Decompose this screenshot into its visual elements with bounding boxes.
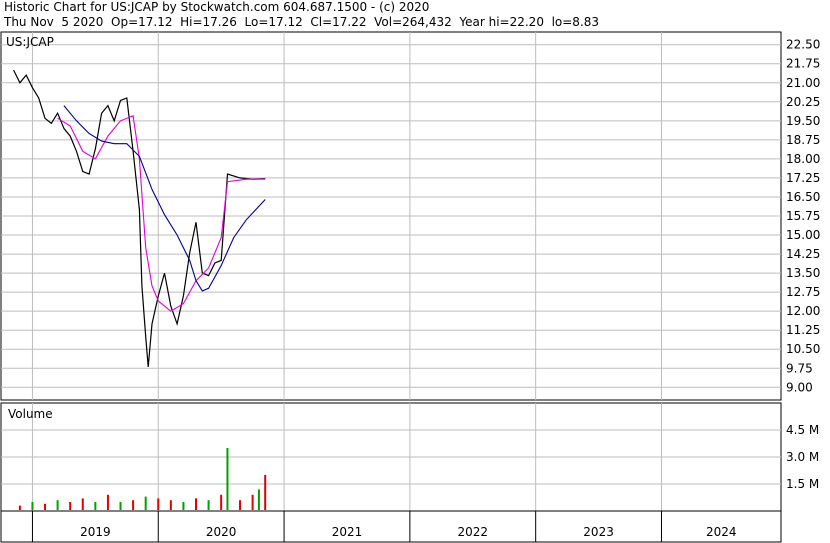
year-label: 2021 bbox=[332, 525, 363, 539]
price-tick-label: 18.75 bbox=[786, 133, 820, 147]
price-tick-label: 13.50 bbox=[786, 266, 820, 280]
price-tick-label: 17.25 bbox=[786, 171, 820, 185]
price-tick-label: 9.75 bbox=[786, 361, 813, 375]
price-tick-label: 11.25 bbox=[786, 323, 820, 337]
year-label: 2024 bbox=[706, 525, 737, 539]
price-tick-label: 14.25 bbox=[786, 247, 820, 261]
year-label: 2020 bbox=[206, 525, 237, 539]
price-tick-label: 20.25 bbox=[786, 95, 820, 109]
stock-chart: 22.50 21.75 21.00 20.25 19.50 18.75 18.00 17.25… bbox=[0, 31, 820, 543]
price-tick-label: 15.75 bbox=[786, 209, 820, 223]
year-label: 2019 bbox=[80, 525, 111, 539]
price-tick-label: 18.00 bbox=[786, 152, 820, 166]
series-ma-slow bbox=[63, 105, 266, 292]
price-tick-label: 19.50 bbox=[786, 114, 820, 128]
volume-grid bbox=[1, 403, 781, 511]
price-tick-label: 9.00 bbox=[786, 380, 813, 394]
price-tick-label: 15.00 bbox=[786, 228, 820, 242]
series-ma-fast bbox=[57, 115, 266, 312]
volume-tick-label: 3.0 M bbox=[786, 450, 819, 464]
price-series bbox=[13, 69, 266, 368]
volume-axis-ticks: 4.5 M 3.0 M 1.5 M bbox=[786, 423, 819, 491]
price-grid bbox=[1, 32, 781, 400]
year-label: 2023 bbox=[583, 525, 614, 539]
volume-tick-label: 4.5 M bbox=[786, 423, 819, 437]
symbol-label: US:JCAP bbox=[6, 35, 54, 49]
price-tick-label: 21.75 bbox=[786, 57, 820, 71]
price-tick-label: 22.50 bbox=[786, 38, 820, 52]
volume-tick-label: 1.5 M bbox=[786, 477, 819, 491]
price-tick-label: 12.00 bbox=[786, 304, 820, 318]
price-tick-label: 21.00 bbox=[786, 76, 820, 90]
year-label: 2022 bbox=[458, 525, 489, 539]
price-axis-ticks: 22.50 21.75 21.00 20.25 19.50 18.75 18.00 17.25… bbox=[786, 38, 820, 395]
series-price bbox=[13, 69, 266, 368]
price-tick-label: 16.50 bbox=[786, 190, 820, 204]
time-axis: 2019 2020 2021 2022 2023 2024 bbox=[31, 511, 737, 542]
volume-label: Volume bbox=[8, 407, 53, 421]
price-tick-label: 12.75 bbox=[786, 285, 820, 299]
price-tick-label: 10.50 bbox=[786, 342, 820, 356]
time-axis-frame bbox=[0, 510, 782, 543]
